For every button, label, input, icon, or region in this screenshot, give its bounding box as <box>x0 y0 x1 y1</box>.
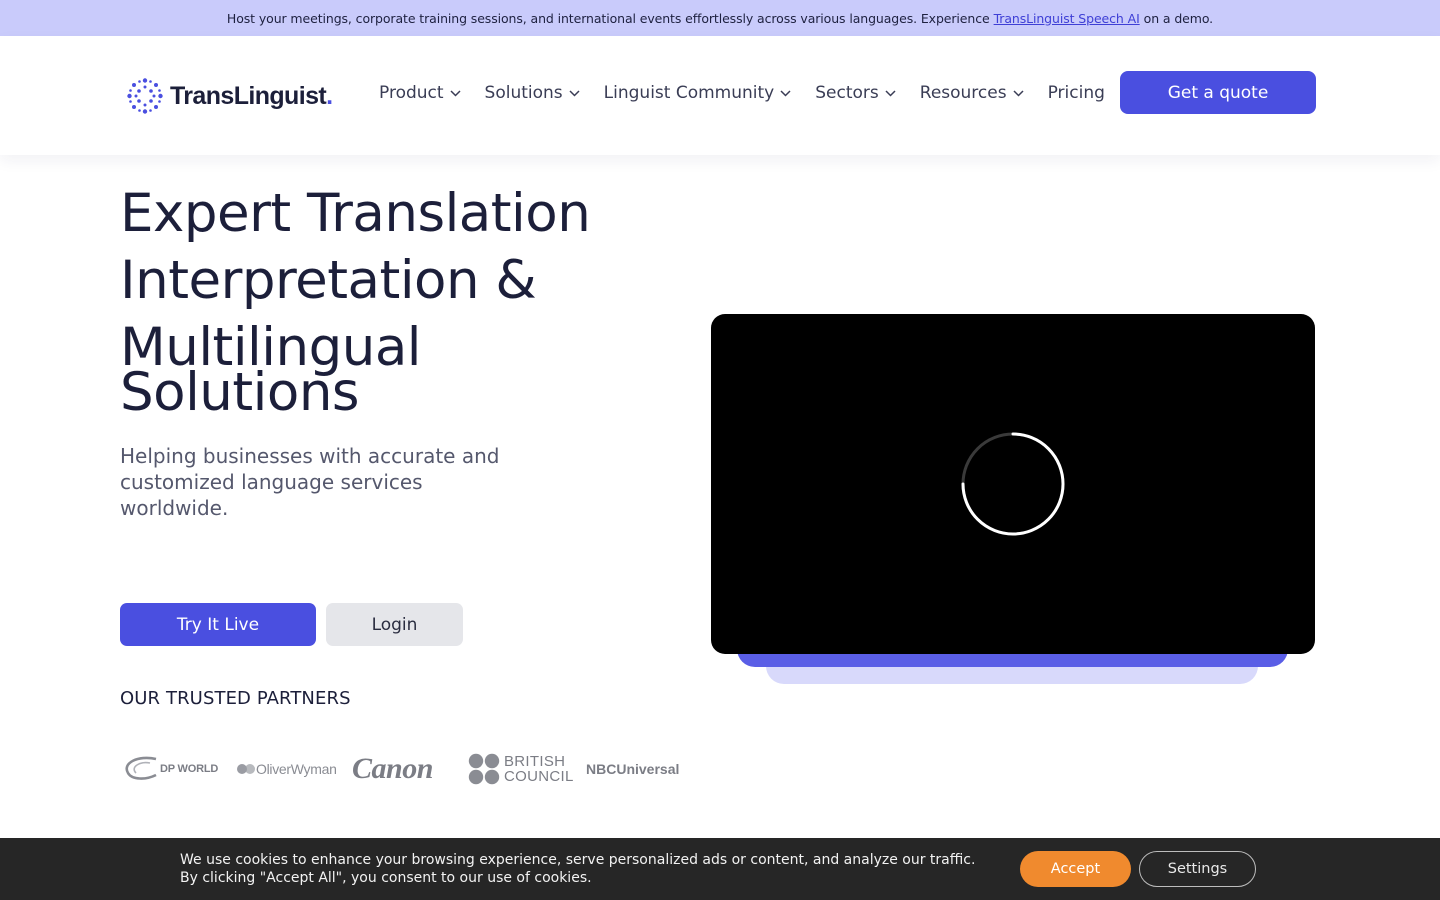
partners-heading: OUR TRUSTED PARTNERS <box>120 688 351 709</box>
chevron-down-icon <box>780 89 791 97</box>
speech-ai-link[interactable]: TransLinguist Speech AI <box>994 11 1140 26</box>
hero-video-player[interactable] <box>711 314 1315 654</box>
nav-label: Sectors <box>815 83 879 103</box>
site-header: TransLinguist. Product Solutions Linguis… <box>0 36 1440 155</box>
nav-label: Resources <box>919 83 1007 103</box>
partner-logo-nbcuniversal: NBCUniversal <box>586 761 679 777</box>
nav-label: Product <box>379 83 444 103</box>
nav-pricing[interactable]: Pricing <box>1048 83 1105 103</box>
nav-label: Pricing <box>1047 83 1105 103</box>
cookie-line: By clicking "Accept All", you consent to… <box>180 870 592 886</box>
nav-resources[interactable]: Resources <box>920 83 1024 103</box>
partner-logo-canon: Canon <box>352 752 458 786</box>
four-circles-icon <box>468 753 500 785</box>
announcement-text-end: on a demo. <box>1143 10 1214 26</box>
logo-text: TransLinguist. <box>170 81 333 110</box>
accept-cookies-button[interactable]: Accept <box>1020 851 1131 887</box>
hero-subtitle: Helping businesses with accurate and cus… <box>120 444 500 520</box>
partner-name: BRITISH COUNCIL <box>504 753 574 785</box>
partner-name: Canon <box>352 752 433 785</box>
nav-sectors[interactable]: Sectors <box>815 83 896 103</box>
partner-logo-dp-world: DP WORLD <box>120 755 226 783</box>
partner-logos: DP WORLD OliverWyman Canon BRITISH COUNC… <box>120 745 689 793</box>
announcement-bar: Host your meetings, corporate training s… <box>0 0 1440 36</box>
cookie-banner: We use cookies to enhance your browsing … <box>0 838 1440 900</box>
partner-name: DP WORLD <box>160 763 219 775</box>
chevron-down-icon <box>450 89 461 97</box>
loading-spinner-icon <box>961 432 1065 536</box>
hero-title-line: Expert Translation <box>120 183 591 244</box>
hero-title-line: Interpretation & <box>120 250 537 311</box>
main-nav: Product Solutions Linguist Community Sec… <box>379 83 1129 103</box>
cookie-line: We use cookies to enhance your browsing … <box>180 852 976 868</box>
nav-label: Solutions <box>484 83 563 103</box>
partner-logo-british-council: BRITISH COUNCIL <box>468 753 576 785</box>
partner-logo-oliver-wyman: OliverWyman <box>236 761 342 777</box>
announcement-text: Host your meetings, corporate training s… <box>226 10 990 26</box>
nav-linguist-community[interactable]: Linguist Community <box>604 83 792 103</box>
chevron-down-icon <box>885 89 896 97</box>
login-button[interactable]: Login <box>326 603 463 646</box>
nav-solutions[interactable]: Solutions <box>485 83 580 103</box>
nav-product[interactable]: Product <box>379 83 461 103</box>
try-it-live-button[interactable]: Try It Live <box>120 603 316 646</box>
cookie-message: We use cookies to enhance your browsing … <box>180 851 1000 887</box>
get-a-quote-button[interactable]: Get a quote <box>1120 71 1316 114</box>
dotted-globe-icon <box>127 78 163 114</box>
partner-name: NBCUniversal <box>586 761 680 777</box>
swoosh-icon <box>125 756 157 780</box>
hero-title: Expert Translation Interpretation & Mult… <box>120 180 680 426</box>
logo[interactable]: TransLinguist. <box>127 78 333 114</box>
partner-name: OliverWyman <box>256 761 337 777</box>
nav-label: Linguist Community <box>603 83 775 103</box>
cookie-settings-button[interactable]: Settings <box>1139 851 1256 887</box>
interlocked-circles-icon <box>237 764 255 774</box>
chevron-down-icon <box>1013 89 1024 97</box>
chevron-down-icon <box>569 89 580 97</box>
